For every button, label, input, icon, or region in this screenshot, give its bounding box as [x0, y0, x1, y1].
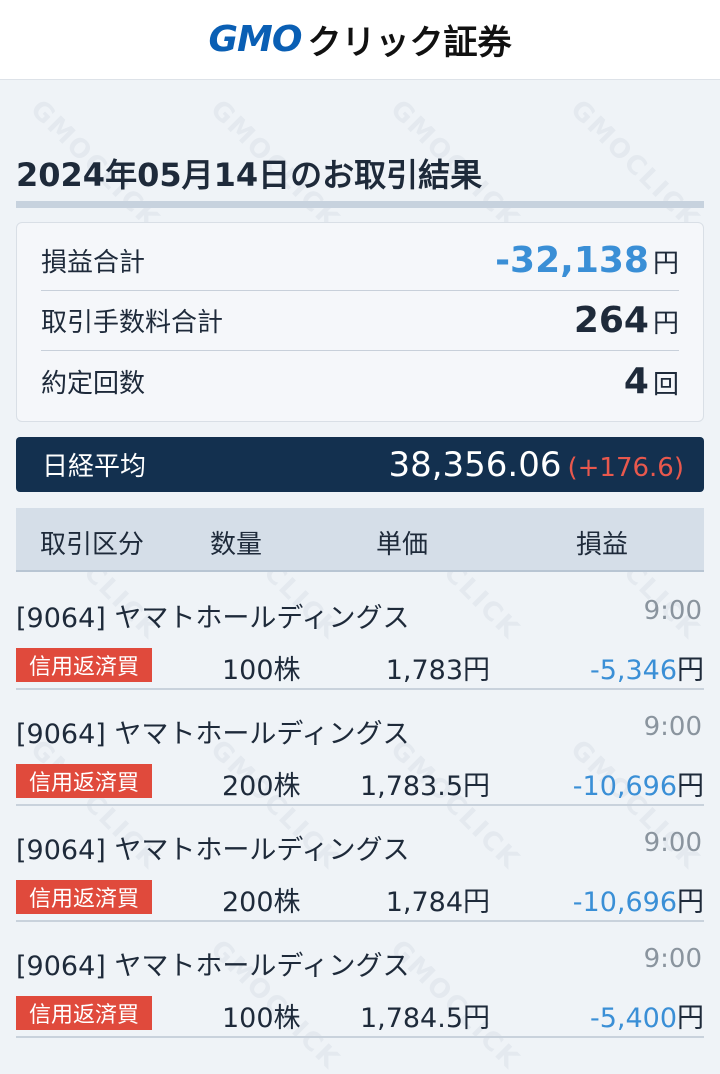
- fee-total-unit: 円: [652, 309, 679, 339]
- title-divider: [16, 201, 704, 208]
- nikkei-change: (+176.6): [567, 452, 684, 483]
- trade-row[interactable]: [9064] ヤマトホールディングス 9:00 信用返済買 200株 1,783…: [16, 690, 704, 806]
- nikkei-value: 38,356.06: [388, 444, 562, 485]
- trade-time: 9:00: [643, 596, 702, 626]
- column-header-type: 取引区分: [40, 530, 145, 560]
- trade-type-badge: 信用返済買: [16, 996, 152, 1030]
- trade-count-number: 4: [623, 360, 649, 402]
- trade-pnl-unit: 円: [677, 1003, 704, 1034]
- fee-total-label: 取引手数料合計: [41, 308, 224, 338]
- trade-type-badge: 信用返済買: [16, 880, 152, 914]
- stock-name: [9064] ヤマトホールディングス: [16, 719, 410, 750]
- trade-type-badge: 信用返済買: [16, 764, 152, 798]
- trade-pnl-number: -5,400: [589, 1003, 677, 1034]
- summary-profit-row: 損益合計 -32,138 円: [41, 231, 679, 291]
- nikkei-label: 日経平均: [42, 452, 147, 482]
- trade-time: 9:00: [643, 712, 702, 742]
- trade-quantity: 200株: [222, 771, 301, 802]
- trade-row[interactable]: [9064] ヤマトホールディングス 9:00 信用返済買 200株 1,784…: [16, 806, 704, 922]
- profit-total-value: -32,138 円: [495, 240, 679, 281]
- nikkei-average-bar: 日経平均 38,356.06 (+176.6): [16, 437, 704, 492]
- summary-card: 損益合計 -32,138 円 取引手数料合計 264 円 約定回数 4 回: [16, 222, 704, 422]
- watermark: GMOCLICK: [564, 94, 706, 236]
- trade-price: 1,783円: [385, 655, 490, 686]
- profit-total-unit: 円: [652, 249, 679, 279]
- trade-pnl: -10,696円: [573, 880, 704, 919]
- gmo-click-logo[interactable]: GMO クリック証券: [208, 19, 512, 63]
- column-header-price: 単価: [376, 530, 429, 560]
- trade-pnl: -5,346円: [590, 648, 704, 687]
- nikkei-quote: 38,356.06 (+176.6): [388, 445, 684, 485]
- trade-pnl-number: -5,346: [589, 655, 677, 686]
- trade-price: 1,784.5円: [359, 1003, 490, 1034]
- trade-count-label: 約定回数: [41, 368, 146, 399]
- app-header: GMO クリック証券: [0, 0, 720, 80]
- trade-pnl-number: -10,696: [572, 887, 677, 918]
- trade-row[interactable]: [9064] ヤマトホールディングス 9:00 信用返済買 100株 1,783…: [16, 574, 704, 690]
- trade-type-badge: 信用返済買: [16, 648, 152, 682]
- column-header-quantity: 数量: [210, 530, 263, 560]
- trade-quantity: 100株: [222, 1003, 301, 1034]
- trade-quantity: 100株: [222, 655, 301, 686]
- column-header-pnl: 損益: [576, 530, 629, 560]
- trade-price: 1,783.5円: [359, 771, 490, 802]
- trade-row[interactable]: [9064] ヤマトホールディングス 9:00 信用返済買 100株 1,784…: [16, 922, 704, 1038]
- stock-name: [9064] ヤマトホールディングス: [16, 835, 410, 866]
- trade-count-value: 4 回: [624, 361, 679, 402]
- page-title: 2024年05月14日のお取引結果: [16, 156, 483, 194]
- trade-time: 9:00: [643, 944, 702, 974]
- trade-pnl-unit: 円: [677, 655, 704, 686]
- fee-total-value: 264 円: [574, 300, 679, 341]
- trade-time: 9:00: [643, 828, 702, 858]
- trade-pnl: -5,400円: [590, 996, 704, 1035]
- stock-name: [9064] ヤマトホールディングス: [16, 603, 410, 634]
- trade-pnl-unit: 円: [677, 887, 704, 918]
- trade-quantity: 200株: [222, 887, 301, 918]
- trade-pnl-unit: 円: [677, 771, 704, 802]
- trades-table-header: 取引区分 数量 単価 損益: [16, 508, 704, 572]
- trade-pnl: -10,696円: [573, 764, 704, 803]
- stock-name: [9064] ヤマトホールディングス: [16, 951, 410, 982]
- trade-pnl-number: -10,696: [572, 771, 677, 802]
- summary-count-row: 約定回数 4 回: [41, 351, 679, 411]
- profit-total-number: -32,138: [495, 240, 649, 281]
- summary-fee-row: 取引手数料合計 264 円: [41, 291, 679, 351]
- trade-count-unit: 回: [652, 369, 679, 400]
- trade-price: 1,784円: [385, 887, 490, 918]
- fee-total-number: 264: [573, 300, 649, 341]
- logo-click-text: クリック証券: [307, 23, 512, 63]
- logo-gmo-text: GMO: [208, 19, 303, 60]
- profit-total-label: 損益合計: [41, 248, 146, 278]
